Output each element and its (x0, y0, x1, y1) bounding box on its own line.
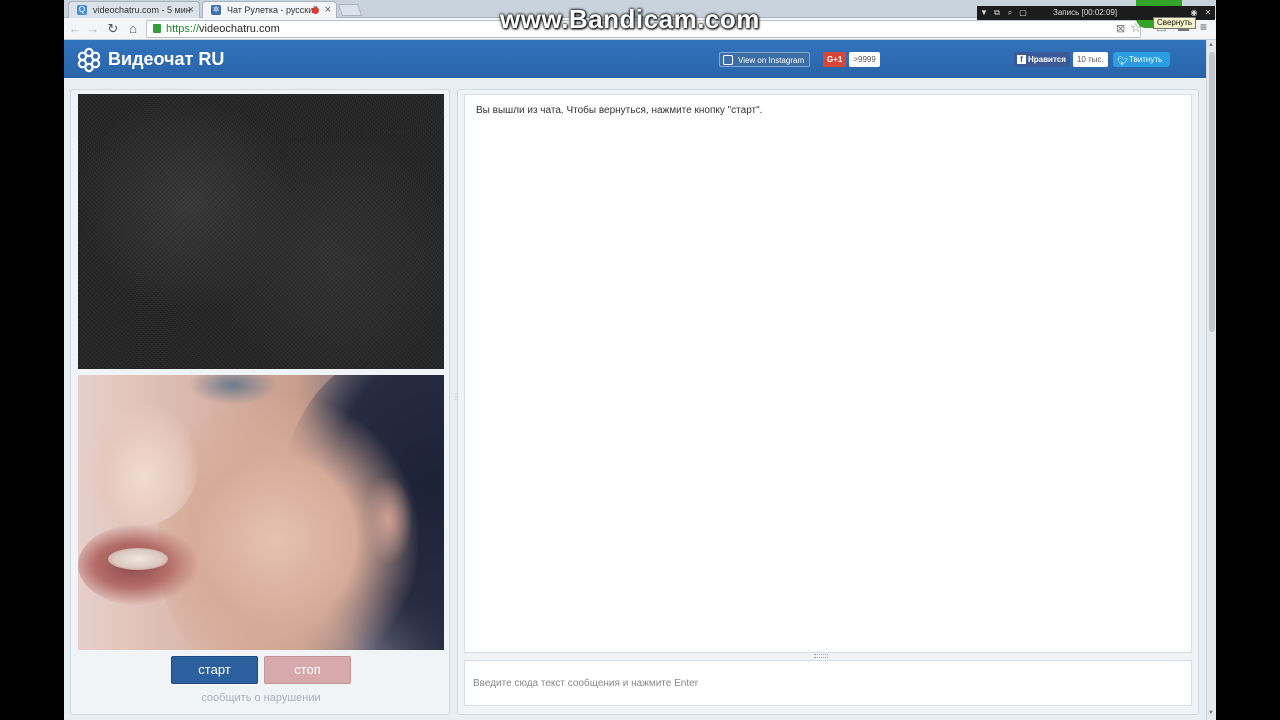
zoom-icon[interactable]: ⌕ (1005, 6, 1015, 20)
tab-videochatru[interactable]: Q videochatru.com - 5 мин × (68, 1, 200, 18)
lock-icon (153, 24, 161, 33)
google-plus-button[interactable]: G+1 >9999 (823, 52, 880, 67)
fb-like-count: 10 тыс. (1072, 52, 1108, 67)
fb-like-label: Нравится (1028, 55, 1066, 64)
facebook-icon: f (1017, 55, 1026, 64)
minimize-tooltip: Свернуть (1153, 17, 1197, 29)
stop-button[interactable]: стоп (264, 656, 351, 684)
twitter-bird-icon: 🐦︎ (1117, 56, 1129, 66)
home-icon[interactable]: ⌂ (126, 21, 140, 37)
close-tab-icon[interactable]: × (325, 2, 331, 18)
chat-message-input[interactable] (464, 660, 1192, 706)
start-button[interactable]: старт (171, 656, 258, 684)
new-tab-button[interactable] (337, 4, 363, 16)
page-scrollbar[interactable]: ▲ ▼ (1206, 40, 1216, 720)
window-icon[interactable]: ⧉ (992, 6, 1002, 20)
recording-status: Запись [00:02:09] (1053, 8, 1118, 17)
tab-chat-roulette[interactable]: ✲ Чат Рулетка - русский × (202, 1, 337, 18)
scroll-up-arrow-icon[interactable]: ▲ (1208, 42, 1214, 48)
site-favicon-icon: ✲ (211, 5, 221, 15)
forward-arrow-icon[interactable]: → (86, 21, 100, 37)
tab-title: Чат Рулетка - русский (227, 5, 319, 15)
chat-log: Вы вышли из чата. Чтобы вернуться, нажми… (464, 94, 1192, 653)
blocked-popup-icon[interactable]: ⊠ (1116, 22, 1125, 35)
recording-indicator-icon (312, 7, 319, 14)
remote-video-feed (78, 94, 444, 369)
instagram-icon (723, 55, 733, 65)
capture-icon[interactable]: ▢ (1018, 6, 1028, 20)
tweet-label: Твитнуть (1129, 55, 1163, 64)
chat-panel: Вы вышли из чата. Чтобы вернуться, нажми… (457, 89, 1199, 715)
url-text: https://videochatru.com (166, 23, 280, 35)
gplus-count: >9999 (849, 52, 880, 67)
report-abuse-link[interactable]: сообщить о нарушении (71, 692, 451, 704)
site-title: Видеочат RU (108, 49, 225, 69)
scroll-down-arrow-icon[interactable]: ▼ (1208, 710, 1214, 716)
panel-splitter[interactable]: ⋮ (452, 393, 460, 407)
site-header: Видеочат RU View on Instagram G+1 >9999 f… (64, 40, 1216, 78)
close-tab-icon[interactable]: × (188, 2, 194, 18)
chat-status-message: Вы вышли из чата. Чтобы вернуться, нажми… (476, 105, 763, 116)
tab-title: videochatru.com - 5 мин (93, 5, 191, 15)
browser-window: Q videochatru.com - 5 мин × ✲ Чат Рулетк… (64, 0, 1216, 720)
dropdown-icon[interactable]: ▼ (979, 6, 989, 20)
scrollbar-thumb[interactable] (1209, 52, 1215, 332)
bandicam-watermark: www.Bandicam.com (500, 4, 760, 34)
back-arrow-icon[interactable]: ← (68, 21, 82, 37)
menu-icon[interactable]: ≡ (1200, 20, 1207, 34)
reload-icon[interactable]: ↻ (106, 21, 120, 37)
gplus-label: G+1 (823, 52, 847, 67)
video-panel: старт стоп сообщить о нарушении (70, 89, 450, 715)
chat-resize-handle[interactable] (814, 654, 828, 658)
facebook-like-button[interactable]: f Нравится 10 тыс. (1014, 52, 1108, 67)
instagram-button[interactable]: View on Instagram (719, 52, 811, 67)
site-logo-icon (77, 47, 101, 73)
search-favicon-icon: Q (77, 5, 87, 15)
local-webcam-feed (78, 375, 444, 650)
instagram-label: View on Instagram (738, 56, 805, 65)
close-icon[interactable]: ✕ (1203, 6, 1213, 20)
tweet-button[interactable]: 🐦︎ Твитнуть (1113, 52, 1171, 67)
